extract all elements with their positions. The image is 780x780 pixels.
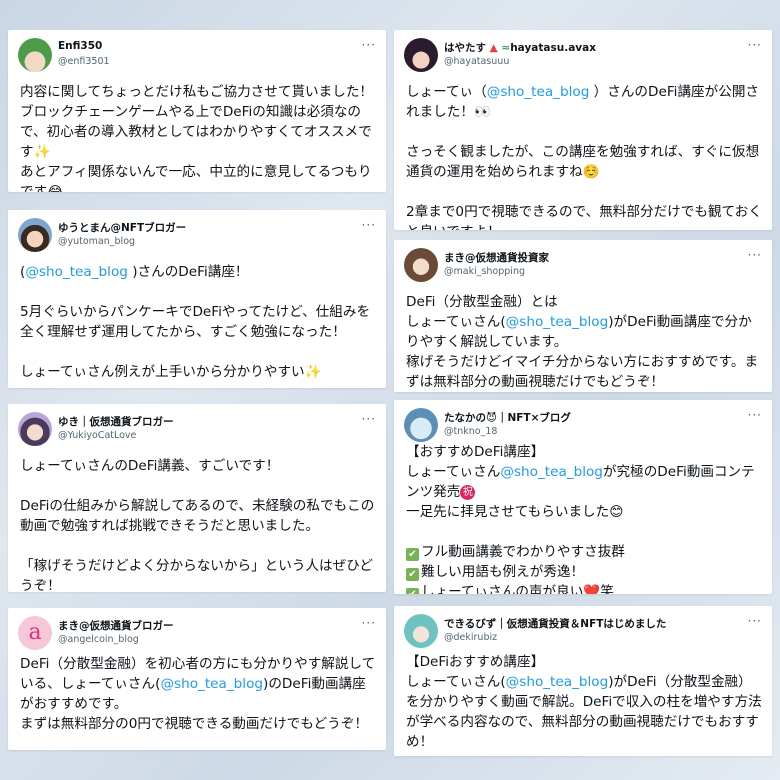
- tweet-card-tanakano[interactable]: たなかの😈｜NFT×ブログ @tnkno_18 ··· 【おすすめDeFi講座】…: [394, 400, 772, 594]
- more-options-icon[interactable]: ···: [748, 38, 762, 52]
- devil-face-icon: 😈: [486, 412, 497, 424]
- avax-logo-icon: ▲: [489, 42, 498, 54]
- eyes-icon: 👀: [473, 104, 491, 120]
- handle[interactable]: @YukiyoCatLove: [58, 430, 136, 441]
- tweet-text: 内容に関してちょっとだけ私もご協力させて貰いました！ブロックチェーンゲームやる上…: [20, 82, 378, 192]
- check-icon: ✔: [406, 568, 419, 581]
- tweet-card-yuki[interactable]: ゆき｜仮想通貨ブロガー @YukiyoCatLove ··· しょーてぃさんのD…: [8, 404, 386, 592]
- handle[interactable]: @angelcoin_blog: [58, 634, 139, 645]
- tweet-card-yutoman[interactable]: ゆうとまん@NFTブロガー @yutoman_blog ··· (@sho_te…: [8, 210, 386, 388]
- display-name[interactable]: ゆき｜仮想通貨ブロガー: [58, 414, 174, 429]
- display-name[interactable]: はやたす ▲ ≈hayatasu.avax: [444, 40, 596, 55]
- wave-icon: ≈: [501, 42, 511, 54]
- celebration-icon: 祝: [460, 485, 476, 500]
- handle[interactable]: @yutoman_blog: [58, 236, 135, 247]
- handle[interactable]: @dekirubiz: [444, 632, 497, 643]
- bullet-item: フル動画講義でわかりやすさ抜群: [421, 544, 625, 560]
- avatar[interactable]: [18, 218, 52, 252]
- more-options-icon[interactable]: ···: [748, 248, 762, 262]
- avatar[interactable]: [404, 38, 438, 72]
- tweet-card-angelcoin[interactable]: a まき@仮想通貨ブロガー @angelcoin_blog ··· DeFi（分…: [8, 608, 386, 750]
- mention-link[interactable]: @sho_tea_blog: [506, 674, 609, 690]
- mention-link[interactable]: @sho_tea_blog: [25, 264, 128, 280]
- smiling-face-icon: ☺️: [582, 164, 600, 180]
- display-name[interactable]: まき@仮想通貨ブロガー: [58, 618, 174, 633]
- avatar[interactable]: [18, 38, 52, 72]
- tweet-card-hayatasu[interactable]: はやたす ▲ ≈hayatasu.avax @hayatasuuu ··· しょ…: [394, 30, 772, 230]
- avatar[interactable]: [404, 248, 438, 282]
- avatar[interactable]: [404, 408, 438, 442]
- tweet-text: 【おすすめDeFi講座】 しょーてぃさん@sho_tea_blogが究極のDeF…: [406, 442, 764, 594]
- more-options-icon[interactable]: ···: [748, 614, 762, 628]
- sparkles-icon: ✨: [304, 364, 322, 380]
- mention-link[interactable]: @sho_tea_blog: [487, 84, 590, 100]
- bullet-item: 難しい用語も例えが秀逸！: [421, 564, 585, 580]
- more-options-icon[interactable]: ···: [748, 408, 762, 422]
- tweet-text: DeFi（分散型金融）を初心者の方にも分かりやす解説している、しょーてぃさん(@…: [20, 656, 376, 732]
- smiling-face-icon: 😊: [609, 504, 624, 520]
- display-name[interactable]: ゆうとまん@NFTブロガー: [58, 220, 186, 235]
- tweet-text: しょーてぃ（@sho_tea_blog ）さんのDeFi講座が公開されました！👀…: [406, 84, 762, 230]
- more-options-icon[interactable]: ···: [362, 412, 376, 426]
- avatar[interactable]: [18, 412, 52, 446]
- handle[interactable]: @hayatasuuu: [444, 56, 509, 67]
- check-icon: ✔: [406, 548, 419, 561]
- tweet-card-dekirubiz[interactable]: できるびず｜仮想通貨投資＆NFTはじめました @dekirubiz ··· 【D…: [394, 606, 772, 756]
- more-options-icon[interactable]: ···: [362, 218, 376, 232]
- mention-link[interactable]: @sho_tea_blog: [500, 464, 603, 480]
- handle[interactable]: @tnkno_18: [444, 426, 497, 437]
- more-options-icon[interactable]: ···: [362, 616, 376, 630]
- handle[interactable]: @enfi3501: [58, 56, 110, 67]
- more-options-icon[interactable]: ···: [362, 38, 376, 52]
- avatar[interactable]: a: [18, 616, 52, 650]
- display-name[interactable]: まき@仮想通貨投資家: [444, 250, 549, 265]
- tweet-text: しょーてぃさんのDeFi講義、すごいです！ DeFiの仕組みから解説してあるので…: [20, 458, 375, 592]
- heart-icon: ❤️: [583, 584, 601, 594]
- display-name[interactable]: できるびず｜仮想通貨投資＆NFTはじめました: [444, 616, 666, 631]
- letter-a-logo: a: [28, 620, 42, 645]
- check-icon: ✔: [406, 588, 419, 594]
- display-name[interactable]: たなかの😈｜NFT×ブログ: [444, 410, 571, 425]
- avatar[interactable]: [404, 614, 438, 648]
- laughing-face-icon: 😂: [47, 184, 64, 192]
- bullet-item: しょーてぃさんの声が良い: [421, 584, 584, 594]
- handle[interactable]: @maki_shopping: [444, 266, 525, 277]
- tweet-card-enfi[interactable]: Enfi350 @enfi3501 ··· 内容に関してちょっとだけ私もご協力さ…: [8, 30, 386, 192]
- tweet-card-maki-shopping[interactable]: まき@仮想通貨投資家 @maki_shopping ··· DeFi（分散型金融…: [394, 240, 772, 392]
- mention-link[interactable]: @sho_tea_blog: [160, 676, 263, 692]
- tweet-text: DeFi（分散型金融）とは しょーてぃさん(@sho_tea_blog)がDeF…: [406, 294, 759, 390]
- tweet-text: 【DeFiおすすめ講座】 しょーてぃさん(@sho_tea_blog)がDeFi…: [406, 654, 762, 750]
- sparkles-icon: ✨: [33, 144, 51, 160]
- mention-link[interactable]: @sho_tea_blog: [506, 314, 609, 330]
- tweet-text: (@sho_tea_blog )さんのDeFi講座！ 5月ぐらいからパンケーキで…: [20, 264, 371, 380]
- display-name[interactable]: Enfi350: [58, 40, 102, 52]
